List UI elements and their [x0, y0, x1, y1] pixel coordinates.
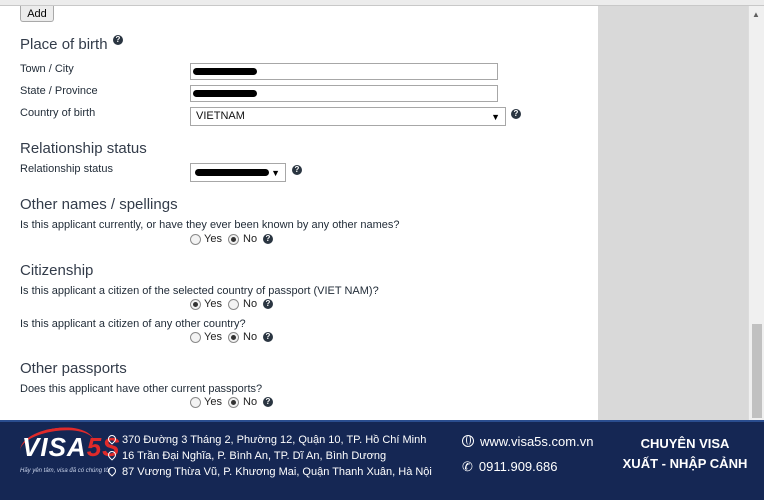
redacted-value — [193, 68, 257, 75]
add-button[interactable]: Add — [20, 6, 54, 22]
address-line-3: 87 Vương Thừa Vũ, P. Khương Mai, Quận Th… — [106, 465, 432, 478]
relationship-status-heading: Relationship status — [20, 140, 147, 157]
citizen-other-yes-radio[interactable] — [190, 332, 201, 343]
other-passports-yes-radio[interactable] — [190, 397, 201, 408]
address-line-1: 370 Đường 3 Tháng 2, Phường 12, Quận 10,… — [106, 433, 426, 446]
redacted-value — [193, 90, 257, 97]
state-province-input[interactable] — [190, 85, 498, 102]
side-panel — [598, 6, 748, 420]
citizen-selected-no-radio[interactable] — [228, 299, 239, 310]
address-line-2: 16 Trần Đại Nghĩa, P. Bình An, TP. Dĩ An… — [106, 449, 386, 462]
chevron-down-icon: ▼ — [491, 112, 500, 122]
country-of-birth-help-icon[interactable]: ? — [511, 109, 521, 119]
town-city-label: Town / City — [20, 63, 74, 75]
redacted-value — [195, 169, 269, 176]
relationship-status-label: Relationship status — [20, 163, 113, 175]
other-passports-no-radio[interactable] — [228, 397, 239, 408]
other-passports-no-label: No — [243, 396, 258, 408]
location-pin-icon — [106, 449, 118, 461]
relationship-status-help-icon[interactable]: ? — [292, 165, 302, 175]
location-pin-icon — [106, 433, 118, 445]
tagline-line-1: CHUYÊN VISA — [640, 436, 730, 451]
citizen-selected-no-label: No — [243, 298, 258, 310]
location-pin-icon — [106, 465, 118, 477]
citizen-selected-yes-radio[interactable] — [190, 299, 201, 310]
other-names-question: Is this applicant currently, or have the… — [20, 219, 400, 231]
country-of-birth-value: VIETNAM — [196, 110, 245, 122]
citizenship-question-1: Is this applicant a citizen of the selec… — [20, 285, 379, 297]
state-province-label: State / Province — [20, 85, 98, 97]
chevron-down-icon: ▼ — [271, 168, 280, 178]
other-names-no-label: No — [243, 233, 258, 245]
other-passports-heading: Other passports — [20, 360, 127, 377]
other-names-yes-label: Yes — [204, 233, 222, 245]
citizen-other-yes-label: Yes — [204, 331, 222, 343]
other-names-heading: Other names / spellings — [20, 196, 178, 213]
phone-icon: ✆ — [462, 459, 473, 474]
citizen-selected-yes-label: Yes — [204, 298, 222, 310]
other-passports-question: Does this applicant have other current p… — [20, 383, 263, 395]
globe-icon — [462, 435, 474, 447]
town-city-input[interactable] — [190, 63, 498, 80]
visa5s-banner: VISA5S Hãy yên tâm, visa đã có chúng tôi… — [0, 420, 764, 500]
other-passports-yes-label: Yes — [204, 396, 222, 408]
application-form: Add Place of birth ? Town / City State /… — [0, 6, 598, 420]
other-passports-help-icon[interactable]: ? — [263, 397, 273, 407]
citizenship-heading: Citizenship — [20, 262, 94, 279]
vertical-scrollbar[interactable]: ▲ — [748, 6, 764, 420]
place-of-birth-help-icon[interactable]: ? — [113, 35, 123, 45]
phone-contact: ✆ 0911.909.686 — [462, 459, 558, 474]
citizen-other-no-radio[interactable] — [228, 332, 239, 343]
citizen-other-no-label: No — [243, 331, 258, 343]
place-of-birth-heading: Place of birth — [20, 36, 108, 53]
other-names-yes-radio[interactable] — [190, 234, 201, 245]
country-of-birth-label: Country of birth — [20, 107, 96, 119]
citizen-other-help-icon[interactable]: ? — [263, 332, 273, 342]
citizen-selected-help-icon[interactable]: ? — [263, 299, 273, 309]
other-names-help-icon[interactable]: ? — [263, 234, 273, 244]
scroll-up-icon[interactable]: ▲ — [752, 10, 760, 19]
citizenship-question-2: Is this applicant a citizen of any other… — [20, 318, 246, 330]
country-of-birth-select[interactable]: VIETNAM ▼ — [190, 107, 506, 126]
logo-slogan: Hãy yên tâm, visa đã có chúng tôi — [20, 468, 111, 474]
other-names-no-radio[interactable] — [228, 234, 239, 245]
website-contact: www.visa5s.com.vn — [462, 434, 593, 449]
visa5s-logo: VISA5S — [22, 432, 121, 462]
tagline-line-2: XUẤT - NHẬP CẢNH — [622, 456, 748, 471]
scrollbar-thumb[interactable] — [752, 324, 762, 418]
relationship-status-select[interactable]: ▼ — [190, 163, 286, 182]
